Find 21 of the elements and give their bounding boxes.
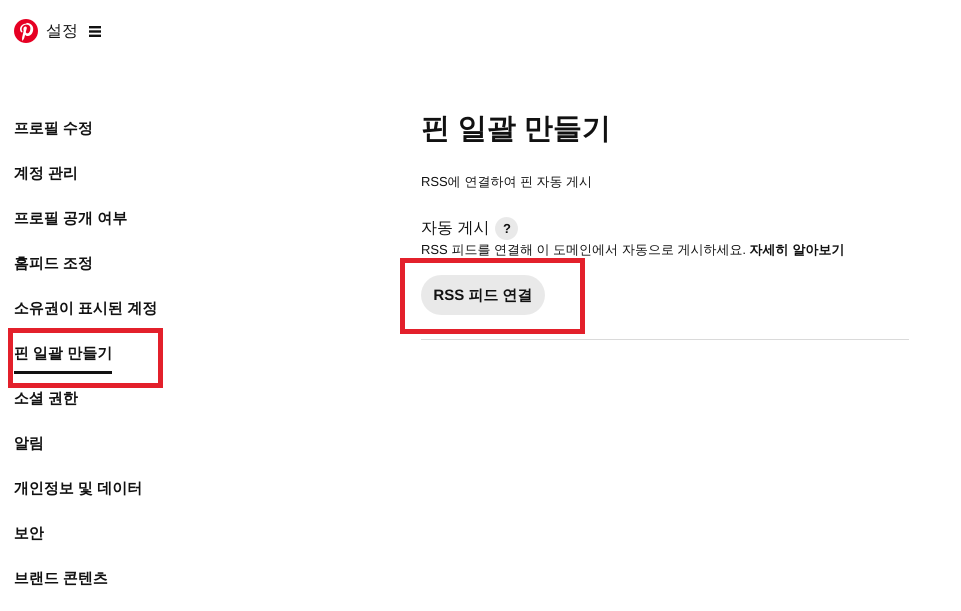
sidebar-item[interactable]: 보안 bbox=[14, 524, 44, 544]
subtitle-text: RSS에 연결하여 핀 자동 게시 bbox=[421, 173, 592, 191]
sidebar-item[interactable]: 계정 관리 bbox=[14, 164, 78, 184]
menu-icon[interactable] bbox=[89, 26, 101, 36]
connect-rss-button[interactable]: RSS 피드 연결 bbox=[421, 275, 545, 315]
sidebar-item[interactable]: 프로필 수정 bbox=[14, 119, 94, 139]
settings-title: 설정 bbox=[46, 22, 78, 42]
sidebar-item[interactable]: 핀 일괄 만들기 bbox=[14, 344, 112, 374]
sidebar-item[interactable]: 프로필 공개 여부 bbox=[14, 209, 128, 229]
sidebar-item[interactable]: 소유권이 표시된 계정 bbox=[14, 299, 158, 319]
sidebar-item[interactable]: 홈피드 조정 bbox=[14, 254, 94, 274]
logo-icon[interactable] bbox=[14, 19, 38, 43]
description-text: RSS 피드를 연결해 이 도메인에서 자동으로 게시하세요. 자세히 알아보기 bbox=[421, 241, 844, 259]
sidebar-item[interactable]: 알림 bbox=[14, 434, 44, 454]
sidebar-item[interactable]: 소셜 권한 bbox=[14, 389, 78, 409]
section-heading: 자동 게시 bbox=[421, 218, 490, 238]
sidebar-item[interactable]: 개인정보 및 데이터 bbox=[14, 479, 142, 499]
help-button[interactable]: ? bbox=[495, 217, 518, 240]
sidebar-item[interactable]: 브랜드 콘텐츠 bbox=[14, 569, 108, 589]
learn-more-link[interactable]: 자세히 알아보기 bbox=[750, 242, 844, 257]
page-heading: 핀 일괄 만들기 bbox=[421, 112, 612, 147]
